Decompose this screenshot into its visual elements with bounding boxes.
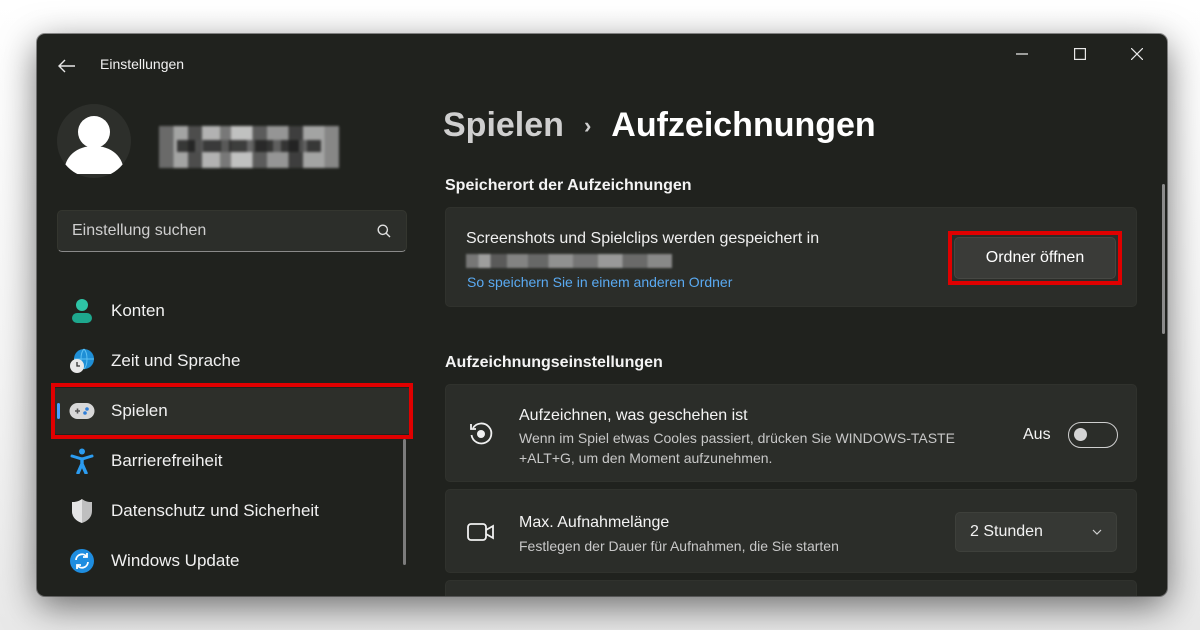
username-redacted <box>159 126 339 168</box>
storage-card: Screenshots und Spielclips werden gespei… <box>445 207 1137 307</box>
back-button[interactable] <box>53 52 81 80</box>
user-silhouette-icon <box>64 116 124 174</box>
sidebar-item-datenschutz[interactable]: Datenschutz und Sicherheit <box>51 488 413 534</box>
close-icon <box>1131 48 1143 60</box>
update-icon <box>69 548 95 574</box>
globe-clock-icon <box>69 348 95 374</box>
sidebar-item-windows-update[interactable]: Windows Update <box>51 538 413 584</box>
search-icon[interactable] <box>376 223 392 239</box>
sidebar-item-label: Barrierefreiheit <box>111 451 223 470</box>
arrow-left-icon <box>58 59 75 73</box>
person-icon <box>69 298 95 324</box>
sidebar-item-spielen[interactable]: Spielen <box>51 388 413 434</box>
title-bar: Einstellungen <box>37 34 1167 94</box>
sidebar-item-label: Datenschutz und Sicherheit <box>111 501 319 520</box>
video-camera-icon <box>466 517 496 547</box>
accessibility-icon <box>69 448 95 474</box>
maximize-icon <box>1074 48 1086 60</box>
shield-icon <box>69 498 95 524</box>
sidebar-item-label: Windows Update <box>111 551 240 570</box>
section-title-storage: Speicherort der Aufzeichnungen <box>445 177 692 194</box>
setting-description: Wenn im Spiel etwas Cooles passiert, drü… <box>519 430 955 466</box>
change-folder-link[interactable]: So speichern Sie in einem anderen Ordner <box>467 274 732 290</box>
maximize-button[interactable] <box>1057 40 1103 68</box>
close-button[interactable] <box>1114 40 1160 68</box>
sidebar-item-label: Konten <box>111 301 165 320</box>
setting-row-record-what-happened: Aufzeichnen, was geschehen ist Wenn im S… <box>445 384 1137 482</box>
chevron-right-icon: › <box>583 112 592 138</box>
settings-window: Einstellungen Ko <box>37 34 1167 596</box>
setting-description: Festlegen der Dauer für Aufnahmen, die S… <box>519 538 839 554</box>
setting-title: Aufzeichnen, was geschehen ist <box>519 407 748 424</box>
sidebar-item-konten[interactable]: Konten <box>51 288 413 334</box>
sidebar-item-label: Spielen <box>111 401 168 420</box>
setting-row-next <box>445 580 1137 596</box>
setting-title: Max. Aufnahmelänge <box>519 514 670 531</box>
setting-row-max-length: Max. Aufnahmelänge Festlegen der Dauer f… <box>445 489 1137 573</box>
chevron-down-icon <box>1092 529 1102 535</box>
sidebar-item-label: Zeit und Sprache <box>111 351 241 370</box>
replay-record-icon <box>466 419 496 449</box>
settings-search[interactable] <box>57 210 407 252</box>
minimize-button[interactable] <box>999 40 1045 68</box>
max-length-dropdown[interactable]: 2 Stunden <box>955 512 1117 552</box>
page-title: Aufzeichnungen <box>611 106 876 144</box>
storage-path-redacted <box>466 254 672 268</box>
sidebar-nav: Konten Zeit und Sprache Spielen Barriere… <box>51 288 413 588</box>
minimize-icon <box>1016 53 1028 55</box>
app-title: Einstellungen <box>100 56 185 72</box>
sidebar-scrollbar[interactable] <box>403 439 406 565</box>
main-scrollbar[interactable] <box>1162 184 1165 334</box>
storage-description: Screenshots und Spielclips werden gespei… <box>466 230 820 247</box>
gamepad-icon <box>69 398 95 424</box>
breadcrumb-parent[interactable]: Spielen <box>443 106 564 145</box>
sidebar-item-zeit-und-sprache[interactable]: Zeit und Sprache <box>51 338 413 384</box>
sidebar-item-barrierefreiheit[interactable]: Barrierefreiheit <box>51 438 413 484</box>
dropdown-value: 2 Stunden <box>970 523 1043 540</box>
avatar <box>57 104 131 178</box>
open-folder-button[interactable]: Ordner öffnen <box>954 237 1116 279</box>
search-input[interactable] <box>72 222 376 240</box>
record-toggle[interactable] <box>1068 422 1118 448</box>
toggle-state-label: Aus <box>1023 426 1051 443</box>
breadcrumb: Spielen › Aufzeichnungen <box>443 106 876 145</box>
toggle-knob <box>1074 428 1087 441</box>
section-title-settings: Aufzeichnungseinstellungen <box>445 354 663 371</box>
